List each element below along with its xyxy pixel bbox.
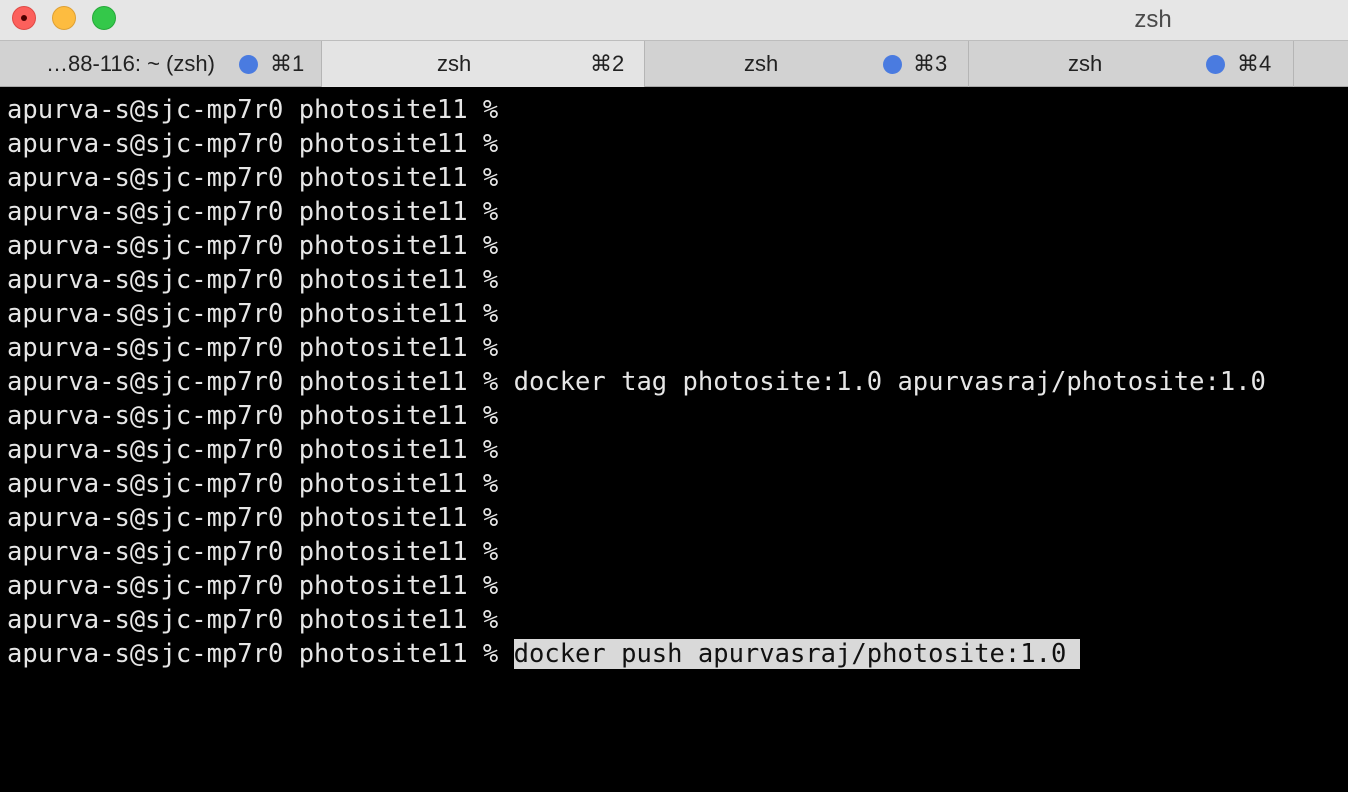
close-icon <box>21 15 27 21</box>
terminal-line: apurva-s@sjc-mp7r0 photosite11 % docker … <box>7 365 1266 399</box>
tab-label: zsh <box>437 51 472 76</box>
minimize-window-button[interactable] <box>52 6 76 30</box>
terminal-line: apurva-s@sjc-mp7r0 photosite11 % <box>7 93 514 127</box>
terminal-line: apurva-s@sjc-mp7r0 photosite11 % <box>7 195 514 229</box>
shell-prompt: apurva-s@sjc-mp7r0 photosite11 % <box>7 605 514 635</box>
shell-prompt: apurva-s@sjc-mp7r0 photosite11 % <box>7 639 514 669</box>
terminal-line: apurva-s@sjc-mp7r0 photosite11 % <box>7 127 514 161</box>
activity-dot-icon <box>1206 55 1225 74</box>
shell-prompt: apurva-s@sjc-mp7r0 photosite11 % <box>7 299 514 329</box>
shell-prompt: apurva-s@sjc-mp7r0 photosite11 % <box>7 333 514 363</box>
close-window-button[interactable] <box>12 6 36 30</box>
selected-command-text[interactable]: docker push apurvasraj/photosite:1.0 <box>513 639 1081 669</box>
title-bar: zsh <box>0 0 1348 40</box>
terminal-line: apurva-s@sjc-mp7r0 photosite11 % docker … <box>7 637 1081 671</box>
tab-shortcut: ⌘1 <box>270 51 305 76</box>
tab-label: …88-116: ~ (zsh) <box>46 51 215 76</box>
tab-shortcut: ⌘3 <box>913 51 948 76</box>
shell-prompt: apurva-s@sjc-mp7r0 photosite11 % <box>7 503 514 533</box>
activity-dot-icon <box>239 55 258 74</box>
shell-prompt: apurva-s@sjc-mp7r0 photosite11 % <box>7 129 514 159</box>
shell-prompt: apurva-s@sjc-mp7r0 photosite11 % <box>7 401 514 431</box>
tab-shortcut: ⌘4 <box>1237 51 1272 76</box>
tab-label: zsh <box>744 51 779 76</box>
tab-shortcut: ⌘2 <box>590 51 625 76</box>
terminal-line: apurva-s@sjc-mp7r0 photosite11 % <box>7 603 514 637</box>
maximize-window-button[interactable] <box>92 6 116 30</box>
terminal-output[interactable]: apurva-s@sjc-mp7r0 photosite11 % apurva-… <box>0 88 1348 792</box>
shell-prompt: apurva-s@sjc-mp7r0 photosite11 % <box>7 571 514 601</box>
tab-2[interactable]: zsh ⌘2 <box>322 41 645 87</box>
shell-prompt: apurva-s@sjc-mp7r0 photosite11 % <box>7 197 514 227</box>
terminal-line: apurva-s@sjc-mp7r0 photosite11 % <box>7 467 514 501</box>
tab-label: zsh <box>1068 51 1103 76</box>
tab-bar: …88-116: ~ (zsh) ⌘1 zsh ⌘2 zsh ⌘3 zsh ⌘4 <box>0 40 1348 87</box>
terminal-line: apurva-s@sjc-mp7r0 photosite11 % <box>7 501 514 535</box>
terminal-line: apurva-s@sjc-mp7r0 photosite11 % <box>7 263 514 297</box>
terminal-line: apurva-s@sjc-mp7r0 photosite11 % <box>7 161 514 195</box>
tab-3[interactable]: zsh ⌘3 <box>645 41 969 87</box>
shell-prompt: apurva-s@sjc-mp7r0 photosite11 % <box>7 95 514 125</box>
shell-prompt: apurva-s@sjc-mp7r0 photosite11 % <box>7 163 514 193</box>
shell-prompt: apurva-s@sjc-mp7r0 photosite11 % <box>7 469 514 499</box>
terminal-line: apurva-s@sjc-mp7r0 photosite11 % <box>7 433 514 467</box>
shell-prompt: apurva-s@sjc-mp7r0 photosite11 % <box>7 367 514 397</box>
shell-prompt: apurva-s@sjc-mp7r0 photosite11 % <box>7 231 514 261</box>
terminal-line: apurva-s@sjc-mp7r0 photosite11 % <box>7 569 514 603</box>
tab-1[interactable]: …88-116: ~ (zsh) ⌘1 <box>0 41 322 87</box>
terminal-line: apurva-s@sjc-mp7r0 photosite11 % <box>7 535 514 569</box>
terminal-line: apurva-s@sjc-mp7r0 photosite11 % <box>7 297 514 331</box>
terminal-line: apurva-s@sjc-mp7r0 photosite11 % <box>7 399 514 433</box>
terminal-line: apurva-s@sjc-mp7r0 photosite11 % <box>7 229 514 263</box>
window-title: zsh <box>1134 6 1172 33</box>
command-text: docker tag photosite:1.0 apurvasraj/phot… <box>513 367 1266 397</box>
activity-dot-icon <box>883 55 902 74</box>
terminal-line: apurva-s@sjc-mp7r0 photosite11 % <box>7 331 514 365</box>
shell-prompt: apurva-s@sjc-mp7r0 photosite11 % <box>7 537 514 567</box>
tab-4[interactable]: zsh ⌘4 <box>969 41 1294 87</box>
shell-prompt: apurva-s@sjc-mp7r0 photosite11 % <box>7 265 514 295</box>
shell-prompt: apurva-s@sjc-mp7r0 photosite11 % <box>7 435 514 465</box>
